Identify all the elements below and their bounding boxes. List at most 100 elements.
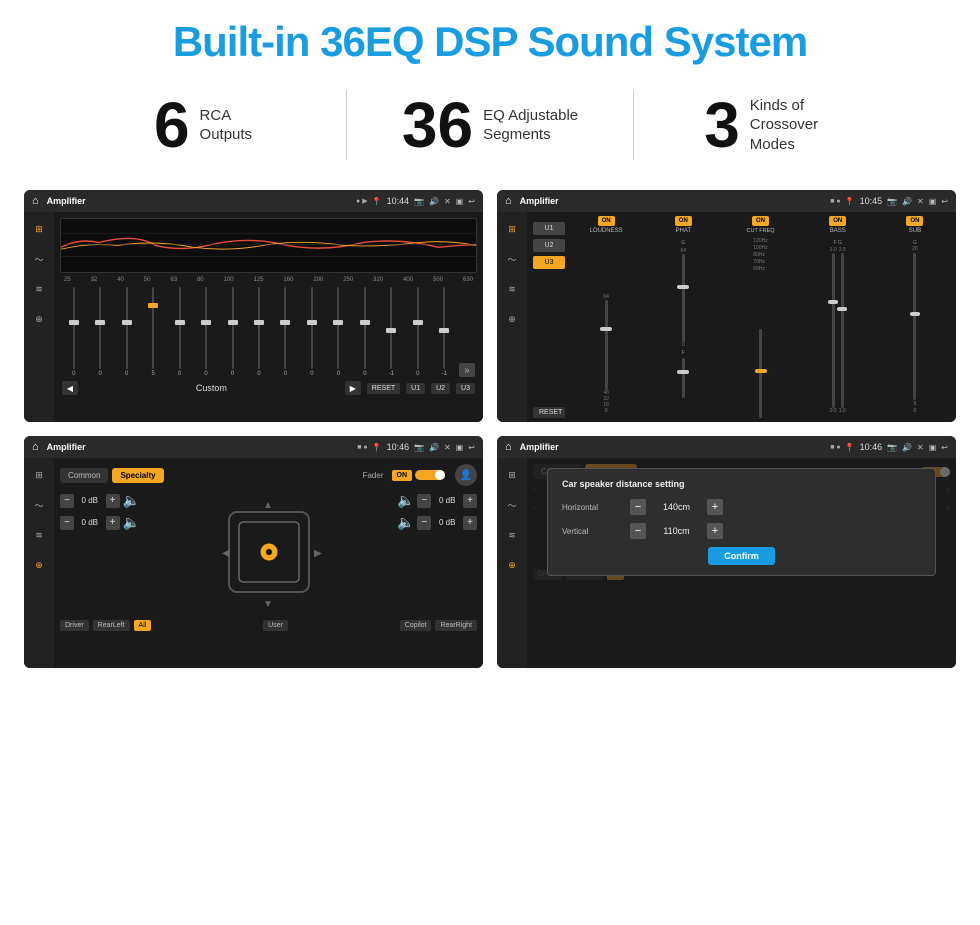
all-btn[interactable]: All	[134, 620, 152, 631]
eq-slider-6[interactable]: 0	[221, 287, 244, 377]
sidebar-wave-icon-3[interactable]: 〜	[30, 496, 48, 514]
spk-grid: − 0 dB + 🔈 − 0 dB + 🔈	[60, 492, 477, 612]
nav-arrow-right[interactable]: »	[459, 363, 475, 377]
sidebar-eq-icon-2[interactable]: ⊞	[503, 220, 521, 238]
sidebar-crossover-icon-4[interactable]: ⊕	[503, 556, 521, 574]
fl-minus-btn[interactable]: −	[60, 494, 74, 508]
tab-common-3[interactable]: Common	[60, 468, 108, 483]
sidebar-eq-icon-4[interactable]: ⊞	[503, 466, 521, 484]
loudness-on-btn[interactable]: ON	[598, 216, 615, 226]
u1-btn-2[interactable]: U1	[533, 222, 565, 235]
fr-plus-btn[interactable]: +	[463, 494, 477, 508]
eq-slider-8[interactable]: 0	[274, 287, 297, 377]
eq-slider-12[interactable]: -1	[380, 287, 403, 377]
topbar-4: ⌂ Amplifier ■ ● 📍 10:46 📷 🔊 ✕ ▣ ↩	[497, 436, 956, 458]
bass-label: BASS	[830, 228, 846, 234]
u1-btn-1[interactable]: U1	[406, 383, 425, 394]
bass-on-btn[interactable]: ON	[829, 216, 846, 226]
rearleft-btn[interactable]: RearLeft	[93, 620, 130, 631]
volume-icon-3: 🔊	[429, 443, 439, 452]
eq2-main: U1 U2 U3 RESET ON LOUDNESS 64	[527, 212, 956, 422]
dialog-title: Car speaker distance setting	[562, 479, 921, 489]
user-btn[interactable]: User	[263, 620, 288, 631]
back-icon-4[interactable]: ↩	[941, 443, 948, 452]
u2-btn-1[interactable]: U2	[431, 383, 450, 394]
sidebar-crossover-icon-3[interactable]: ⊕	[30, 556, 48, 574]
home-icon-1[interactable]: ⌂	[32, 195, 39, 207]
eq-slider-9[interactable]: 0	[300, 287, 323, 377]
sidebar-wave-icon[interactable]: 〜	[30, 250, 48, 268]
sidebar-waveform-icon-3[interactable]: ≋	[30, 526, 48, 544]
eq-prev-btn[interactable]: ◀	[62, 381, 78, 395]
sidebar-crossover-icon-2[interactable]: ⊕	[503, 310, 521, 328]
eq-next-btn[interactable]: ▶	[345, 381, 361, 395]
stat-number-eq: 36	[402, 93, 473, 157]
close-icon-3[interactable]: ✕	[444, 443, 451, 452]
eq-slider-14[interactable]: -1	[433, 287, 456, 377]
fr-vol: 0 dB	[434, 496, 460, 505]
eq-slider-5[interactable]: 0	[194, 287, 217, 377]
horizontal-plus-btn[interactable]: +	[707, 499, 723, 515]
sidebar-wave-icon-4[interactable]: 〜	[503, 496, 521, 514]
copilot-btn[interactable]: Copilot	[400, 620, 432, 631]
back-icon-1[interactable]: ↩	[468, 197, 475, 206]
sidebar-eq-icon-3[interactable]: ⊞	[30, 466, 48, 484]
fader-on-btn[interactable]: ON	[392, 470, 413, 481]
sidebar-waveform-icon-2[interactable]: ≋	[503, 280, 521, 298]
sub-on-btn[interactable]: ON	[906, 216, 923, 226]
eq-slider-10[interactable]: 0	[327, 287, 350, 377]
sidebar-waveform-icon-4[interactable]: ≋	[503, 526, 521, 544]
reset-btn-2[interactable]: RESET	[533, 407, 565, 418]
confirm-button[interactable]: Confirm	[708, 547, 775, 565]
user-profile-btn[interactable]: 👤	[455, 464, 477, 486]
phat-on-btn[interactable]: ON	[675, 216, 692, 226]
close-icon-1[interactable]: ✕	[444, 197, 451, 206]
loudness-label: LOUDNESS	[590, 228, 623, 234]
cutfreq-on-btn[interactable]: ON	[752, 216, 769, 226]
u3-btn-1[interactable]: U3	[456, 383, 475, 394]
vertical-plus-btn[interactable]: +	[707, 523, 723, 539]
u3-btn-2[interactable]: U3	[533, 256, 565, 269]
eq-slider-4[interactable]: 0	[168, 287, 191, 377]
sidebar-crossover-icon[interactable]: ⊕	[30, 310, 48, 328]
close-icon-2[interactable]: ✕	[917, 197, 924, 206]
back-icon-3[interactable]: ↩	[468, 443, 475, 452]
vertical-minus-btn[interactable]: −	[630, 523, 646, 539]
rl-minus-btn[interactable]: −	[60, 516, 74, 530]
sidebar-waveform-icon[interactable]: ≋	[30, 280, 48, 298]
fader-track[interactable]	[415, 470, 445, 480]
eq-slider-2[interactable]: 0	[115, 287, 138, 377]
rr-plus-btn[interactable]: +	[463, 516, 477, 530]
eq-slider-11[interactable]: 0	[353, 287, 376, 377]
screen4-time: 10:46	[860, 442, 883, 452]
u2-btn-2[interactable]: U2	[533, 239, 565, 252]
eq-sliders-area: 0 0 0	[60, 287, 477, 377]
home-icon-2[interactable]: ⌂	[505, 195, 512, 207]
page-title: Built-in 36EQ DSP Sound System	[20, 18, 960, 66]
stats-row: 6 RCA Outputs 36 EQ Adjustable Segments …	[0, 80, 980, 180]
eq-slider-7[interactable]: 0	[247, 287, 270, 377]
spk-vol-row-rr: 🔈 − 0 dB +	[397, 514, 477, 531]
rl-plus-btn[interactable]: +	[106, 516, 120, 530]
screen-panel-1: ⌂ Amplifier ● ▶ 📍 10:44 📷 🔊 ✕ ▣ ↩ ⊞ 〜 ≋ …	[24, 190, 483, 422]
tab-specialty-3[interactable]: Specialty	[112, 468, 163, 483]
rearright-btn[interactable]: RearRight	[435, 620, 477, 631]
eq-slider-0[interactable]: 0	[62, 287, 85, 377]
eq-slider-13[interactable]: 0	[406, 287, 429, 377]
screen2-title: Amplifier	[520, 196, 827, 206]
dot-icons-3: ■ ●	[357, 444, 367, 451]
back-icon-2[interactable]: ↩	[941, 197, 948, 206]
sidebar-eq-icon[interactable]: ⊞	[30, 220, 48, 238]
home-icon-3[interactable]: ⌂	[32, 441, 39, 453]
fl-plus-btn[interactable]: +	[106, 494, 120, 508]
reset-btn-1[interactable]: RESET	[367, 383, 400, 394]
driver-btn[interactable]: Driver	[60, 620, 89, 631]
eq-slider-3[interactable]: 5	[141, 287, 164, 377]
rr-minus-btn[interactable]: −	[417, 516, 431, 530]
close-icon-4[interactable]: ✕	[917, 443, 924, 452]
horizontal-minus-btn[interactable]: −	[630, 499, 646, 515]
fr-minus-btn[interactable]: −	[417, 494, 431, 508]
home-icon-4[interactable]: ⌂	[505, 441, 512, 453]
eq-slider-1[interactable]: 0	[88, 287, 111, 377]
sidebar-wave-icon-2[interactable]: 〜	[503, 250, 521, 268]
